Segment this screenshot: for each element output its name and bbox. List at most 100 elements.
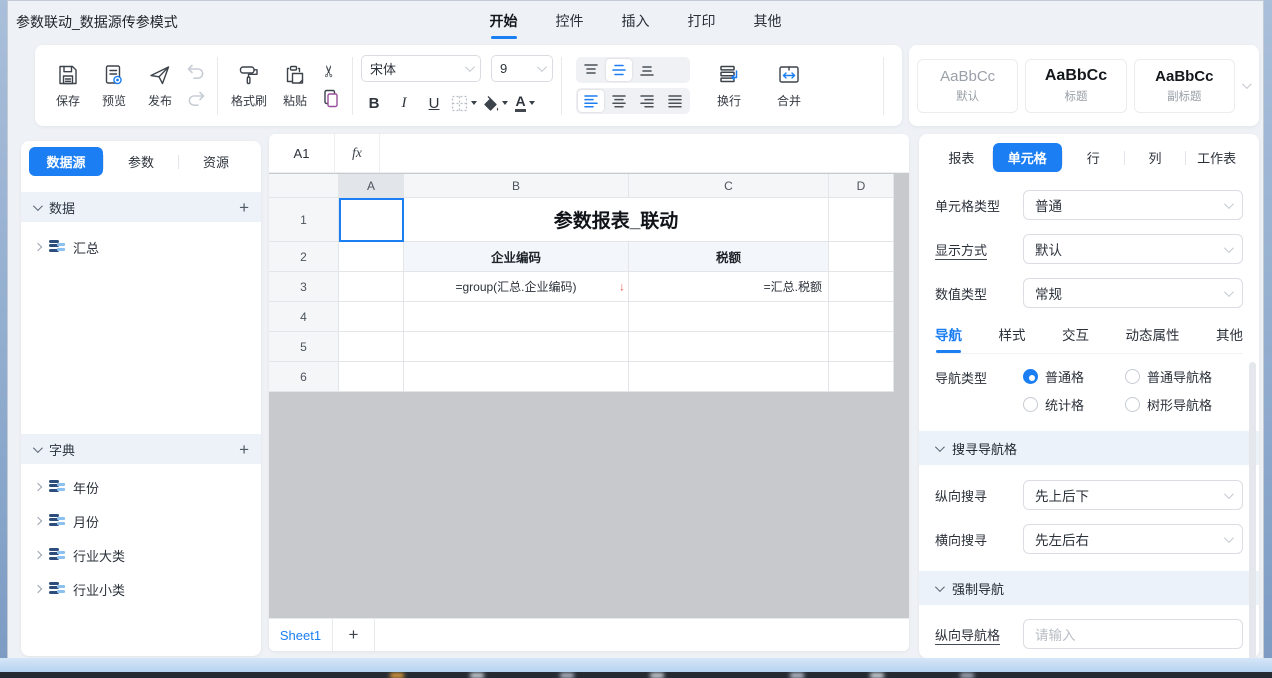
row-header-6[interactable]: 6	[269, 362, 339, 392]
row-header-2[interactable]: 2	[269, 242, 339, 272]
fill-color-button[interactable]	[481, 90, 508, 116]
cut-icon[interactable]: ✂	[323, 64, 339, 77]
add-data-button[interactable]: +	[239, 199, 249, 216]
section-data[interactable]: 数据 +	[21, 192, 261, 222]
menu-tab-widgets[interactable]: 控件	[555, 11, 585, 31]
font-color-button[interactable]: A	[512, 90, 538, 116]
subtab-others[interactable]: 其他	[1216, 324, 1243, 344]
row-header-3[interactable]: 3	[269, 272, 339, 302]
subtab-dynamic-attrs[interactable]: 动态属性	[1126, 324, 1180, 344]
radio-normal-cell[interactable]: 普通格	[1023, 367, 1119, 386]
cell-c2[interactable]: 税额	[629, 242, 829, 272]
grid-corner[interactable]	[269, 174, 339, 198]
cell-a3[interactable]	[339, 272, 404, 302]
cell-a2[interactable]	[339, 242, 404, 272]
cell-a5[interactable]	[339, 332, 404, 362]
tree-item-year[interactable]: 年份	[21, 470, 261, 504]
expand-icon[interactable]	[34, 551, 42, 559]
presets-expand-icon[interactable]	[1242, 79, 1252, 89]
underline-button[interactable]: U	[421, 90, 447, 116]
cell-a6[interactable]	[339, 362, 404, 392]
tree-item-industry-minor[interactable]: 行业小类	[21, 572, 261, 606]
redo-icon[interactable]	[186, 91, 206, 108]
cell-b6[interactable]	[404, 362, 629, 392]
save-button[interactable]: 保存	[45, 55, 91, 117]
cell-b3-formula[interactable]: =group(汇总.企业编码) ↓	[404, 272, 629, 302]
valign-bottom-button[interactable]	[634, 59, 660, 81]
italic-button[interactable]: I	[391, 90, 417, 116]
cell-d5[interactable]	[829, 332, 894, 362]
vertical-search-select[interactable]: 先上后下	[1023, 480, 1243, 510]
cell-d4[interactable]	[829, 302, 894, 332]
inspector-tab-cell[interactable]: 单元格	[993, 143, 1062, 172]
paste-button[interactable]: 粘贴	[272, 55, 318, 117]
menu-tab-start[interactable]: 开始	[489, 11, 519, 31]
copy-icon[interactable]	[322, 89, 340, 108]
menu-tab-print[interactable]: 打印	[687, 11, 717, 31]
expand-icon[interactable]	[34, 585, 42, 593]
subtab-interaction[interactable]: 交互	[1062, 324, 1089, 344]
bold-button[interactable]: B	[361, 90, 387, 116]
halign-justify-button[interactable]	[662, 90, 688, 112]
inspector-tab-row[interactable]: 行	[1063, 143, 1124, 172]
radio-tree-nav-cell[interactable]: 树形导航格	[1125, 395, 1243, 414]
radio-stat-cell[interactable]: 统计格	[1023, 395, 1119, 414]
inspector-scrollbar[interactable]	[1249, 362, 1256, 658]
halign-center-button[interactable]	[606, 90, 632, 112]
style-preset-default[interactable]: AaBbCc 默认	[917, 59, 1018, 113]
cell-d2[interactable]	[829, 242, 894, 272]
merge-cells-button[interactable]: 合并	[766, 55, 812, 117]
cell-d6[interactable]	[829, 362, 894, 392]
column-header-b[interactable]: B	[404, 174, 629, 198]
inspector-tab-worksheet[interactable]: 工作表	[1186, 143, 1247, 172]
row-header-1[interactable]: 1	[269, 198, 339, 242]
valign-middle-button[interactable]	[606, 59, 632, 81]
wrap-text-button[interactable]: 换行	[706, 55, 752, 117]
font-size-select[interactable]: 9	[491, 55, 553, 82]
style-preset-subtitle[interactable]: AaBbCc 副标题	[1134, 59, 1235, 113]
row-header-4[interactable]: 4	[269, 302, 339, 332]
subtab-navigation[interactable]: 导航	[935, 324, 962, 344]
formula-input[interactable]	[379, 134, 909, 172]
tree-item-month[interactable]: 月份	[21, 504, 261, 538]
add-sheet-button[interactable]: +	[333, 619, 375, 651]
cell-a4[interactable]	[339, 302, 404, 332]
cell-c5[interactable]	[629, 332, 829, 362]
sheet-tab-sheet1[interactable]: Sheet1	[269, 619, 333, 651]
column-header-c[interactable]: C	[629, 174, 829, 198]
cell-b2[interactable]: 企业编码	[404, 242, 629, 272]
format-painter-button[interactable]: 格式刷	[226, 55, 272, 117]
borders-button[interactable]	[451, 90, 477, 116]
column-header-a[interactable]: A	[339, 174, 404, 198]
cell-b5[interactable]	[404, 332, 629, 362]
cell-a1-selected[interactable]	[339, 198, 404, 242]
tree-item-industry-major[interactable]: 行业大类	[21, 538, 261, 572]
inspector-tab-report[interactable]: 报表	[931, 143, 992, 172]
fx-icon[interactable]: fx	[335, 134, 379, 172]
cell-reference-box[interactable]: A1	[269, 134, 335, 172]
cell-b1-merged-title[interactable]: 参数报表_联动	[404, 198, 829, 242]
cell-c3-formula[interactable]: =汇总.税额	[629, 272, 829, 302]
sidebar-tab-parameters[interactable]: 参数	[104, 147, 178, 176]
cell-c4[interactable]	[629, 302, 829, 332]
subtab-style[interactable]: 样式	[999, 324, 1026, 344]
vertical-nav-cell-input[interactable]: 请输入	[1023, 619, 1243, 649]
undo-icon[interactable]	[186, 64, 206, 81]
valign-top-button[interactable]	[578, 59, 604, 81]
cell-d1[interactable]	[829, 198, 894, 242]
inspector-tab-column[interactable]: 列	[1125, 143, 1186, 172]
sidebar-tab-datasource[interactable]: 数据源	[29, 147, 103, 176]
halign-right-button[interactable]	[634, 90, 660, 112]
section-force-nav[interactable]: 强制导航	[919, 571, 1259, 605]
section-dictionary[interactable]: 字典 +	[21, 434, 261, 464]
cell-type-select[interactable]: 普通	[1023, 190, 1243, 220]
row-header-5[interactable]: 5	[269, 332, 339, 362]
display-mode-select[interactable]: 默认	[1023, 234, 1243, 264]
column-header-d[interactable]: D	[829, 174, 894, 198]
value-type-select[interactable]: 常规	[1023, 278, 1243, 308]
preview-button[interactable]: 预览	[91, 55, 137, 117]
style-preset-title[interactable]: AaBbCc 标题	[1025, 59, 1126, 113]
menu-tab-insert[interactable]: 插入	[621, 11, 651, 31]
halign-left-button[interactable]	[578, 90, 604, 112]
tree-item-huizong[interactable]: 汇总	[21, 230, 261, 264]
